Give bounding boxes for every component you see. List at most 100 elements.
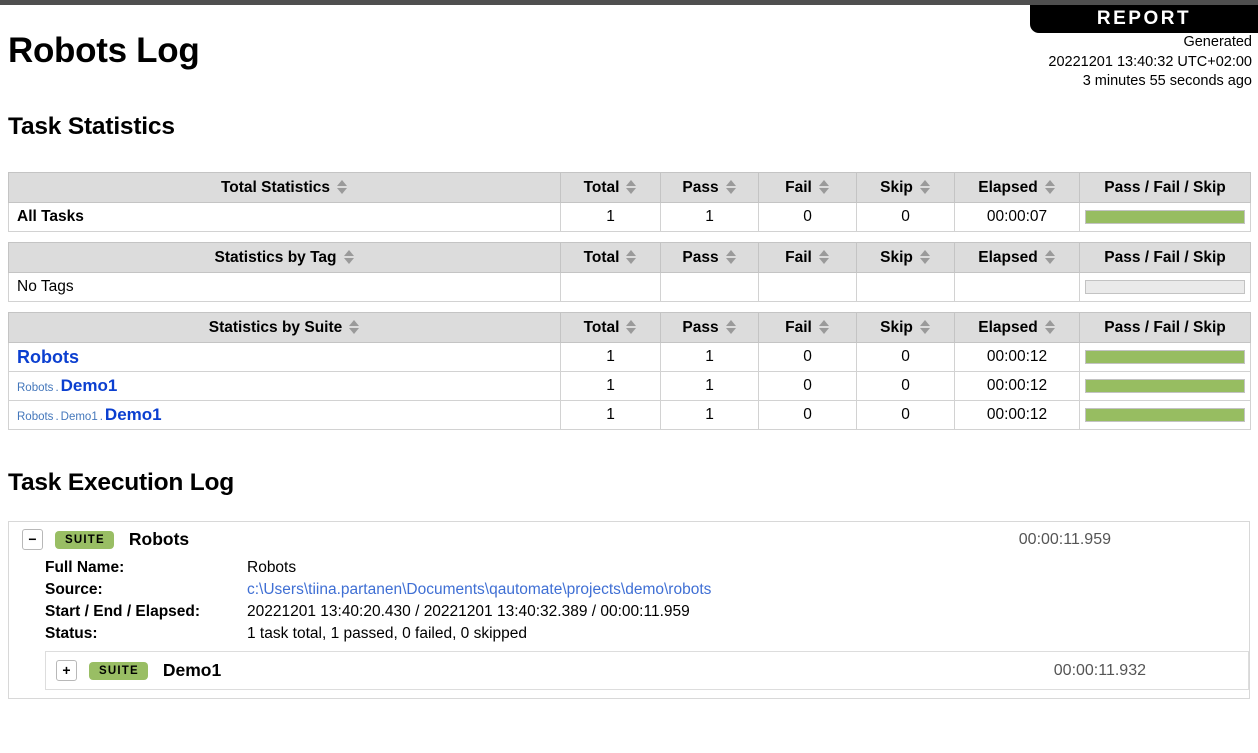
column-header-elapsed[interactable]: Elapsed xyxy=(954,172,1080,203)
suite-path-separator: . xyxy=(99,411,103,423)
column-header-label: Skip xyxy=(880,318,913,336)
column-header-statistics-by-suite[interactable]: Statistics by Suite xyxy=(8,312,561,343)
cell-skip: 0 xyxy=(856,400,955,430)
column-header-skip[interactable]: Skip xyxy=(856,312,955,343)
sort-arrows-icon[interactable] xyxy=(349,319,360,334)
column-header-label: Total xyxy=(583,318,620,336)
column-header-total-statistics[interactable]: Total Statistics xyxy=(8,172,561,203)
pass-fail-skip-bar xyxy=(1085,280,1245,294)
source-path-link[interactable]: c:\Users\tiina.partanen\Documents\qautom… xyxy=(247,581,711,598)
sort-arrows-icon[interactable] xyxy=(1044,319,1056,334)
sort-arrows-icon[interactable] xyxy=(337,179,348,194)
row-name-cell[interactable]: Robots. Demo1 xyxy=(8,371,561,401)
detail-value[interactable]: c:\Users\tiina.partanen\Documents\qautom… xyxy=(247,579,711,601)
nested-suite-block: + SUITE Demo1 00:00:11.932 xyxy=(45,651,1249,690)
collapse-icon[interactable]: − xyxy=(22,529,43,550)
cell-pass: 1 xyxy=(660,371,759,401)
suite-path-separator: . xyxy=(55,411,59,423)
sort-arrows-icon[interactable] xyxy=(725,249,737,264)
pass-bar-fill xyxy=(1086,351,1244,363)
cell-pass: 1 xyxy=(660,202,759,232)
suite-detail-row: Start / End / Elapsed: 20221201 13:40:20.… xyxy=(9,601,711,623)
cell-total: 1 xyxy=(560,342,661,372)
sort-arrows-icon[interactable] xyxy=(626,319,637,334)
suite-parent-name: Demo1 xyxy=(60,411,98,423)
sort-arrows-icon[interactable] xyxy=(919,179,931,194)
cell-pass: 1 xyxy=(660,342,759,372)
column-header-pass-fail-skip[interactable]: Pass / Fail / Skip xyxy=(1079,242,1251,273)
cell-elapsed: 00:00:12 xyxy=(954,342,1080,372)
suite-link[interactable]: Robots xyxy=(17,347,79,368)
column-header-skip[interactable]: Skip xyxy=(856,242,955,273)
pass-bar-fill xyxy=(1086,380,1244,392)
page-title: Robots Log xyxy=(8,31,200,70)
statistics-table-3: Statistics by Suite Total Pass Fail Skip Elap… xyxy=(8,312,1251,430)
suite-path-separator: . xyxy=(55,382,59,394)
report-banner: REPORT xyxy=(1030,5,1258,33)
column-header-label: Elapsed xyxy=(978,248,1038,266)
sort-arrows-icon[interactable] xyxy=(919,319,931,334)
sort-arrows-icon[interactable] xyxy=(818,249,830,264)
sort-arrows-icon[interactable] xyxy=(919,249,931,264)
column-header-pass[interactable]: Pass xyxy=(660,172,759,203)
cell-total: 1 xyxy=(560,202,661,232)
column-header-skip[interactable]: Skip xyxy=(856,172,955,203)
suite-elapsed: 00:00:11.932 xyxy=(1053,661,1146,679)
column-header-fail[interactable]: Fail xyxy=(758,242,857,273)
column-header-fail[interactable]: Fail xyxy=(758,312,857,343)
suite-details-table: Full Name: Robots Source: c:\Users\tiina.pa… xyxy=(9,557,711,645)
sort-arrows-icon[interactable] xyxy=(1044,179,1056,194)
generated-label: Generated xyxy=(1183,34,1252,50)
row-name-cell[interactable]: Robots. Demo1. Demo1 xyxy=(8,400,561,430)
generated-timestamp: 20221201 13:40:32 UTC+02:00 xyxy=(1048,53,1252,70)
sort-arrows-icon[interactable] xyxy=(818,179,830,194)
log-suite-row-demo1[interactable]: + SUITE Demo1 00:00:11.932 xyxy=(46,652,1248,689)
column-header-pass-fail-skip[interactable]: Pass / Fail / Skip xyxy=(1079,312,1251,343)
column-header-total[interactable]: Total xyxy=(560,312,661,343)
detail-label: Start / End / Elapsed: xyxy=(45,603,201,620)
suite-badge: SUITE xyxy=(89,661,148,680)
suite-link[interactable]: Robots. Demo1 xyxy=(17,376,117,396)
suite-name: Robots xyxy=(128,529,190,549)
column-header-label: Skip xyxy=(880,248,913,266)
column-header-pass[interactable]: Pass xyxy=(660,312,759,343)
pass-fail-skip-bar xyxy=(1085,210,1245,224)
column-header-label: Pass xyxy=(682,318,719,336)
execution-log-box: − SUITE Robots 00:00:11.959 Full Name: Ro… xyxy=(8,521,1250,699)
log-suite-row-root[interactable]: − SUITE Robots 00:00:11.959 xyxy=(9,522,1249,557)
column-header-elapsed[interactable]: Elapsed xyxy=(954,242,1080,273)
sort-arrows-icon[interactable] xyxy=(626,249,637,264)
sort-arrows-icon[interactable] xyxy=(725,319,737,334)
cell-pass xyxy=(660,272,759,302)
cell-skip xyxy=(856,272,955,302)
suite-badge: SUITE xyxy=(55,530,114,549)
column-header-total[interactable]: Total xyxy=(560,172,661,203)
row-name-cell: All Tasks xyxy=(8,202,561,232)
column-header-label: Total xyxy=(583,178,620,196)
column-header-pass-fail-skip[interactable]: Pass / Fail / Skip xyxy=(1079,172,1251,203)
row-name-cell: No Tags xyxy=(8,272,561,302)
sort-arrows-icon[interactable] xyxy=(626,179,637,194)
suite-parent-name: Robots xyxy=(17,411,54,423)
sort-arrows-icon[interactable] xyxy=(1044,249,1056,264)
table-row: Robots 1 1 0 0 00:00:12 xyxy=(8,342,1251,372)
sort-arrows-icon[interactable] xyxy=(725,179,737,194)
cell-elapsed: 00:00:12 xyxy=(954,371,1080,401)
cell-pass-fail-skip-bar xyxy=(1079,272,1251,302)
column-header-fail[interactable]: Fail xyxy=(758,172,857,203)
column-header-elapsed[interactable]: Elapsed xyxy=(954,312,1080,343)
sort-arrows-icon[interactable] xyxy=(343,249,355,264)
cell-total: 1 xyxy=(560,400,661,430)
detail-value: 1 task total, 1 passed, 0 failed, 0 skip… xyxy=(247,625,528,642)
column-header-label: Pass xyxy=(682,248,719,266)
suite-leaf-name: Demo1 xyxy=(60,376,118,395)
expand-icon[interactable]: + xyxy=(56,660,77,681)
suite-detail-row: Full Name: Robots xyxy=(9,557,711,579)
suite-link[interactable]: Robots. Demo1. Demo1 xyxy=(17,405,162,425)
statistics-tables: Total Statistics Total Pass Fail Skip Elapsed… xyxy=(0,172,1258,440)
row-name-cell[interactable]: Robots xyxy=(8,342,561,372)
column-header-total[interactable]: Total xyxy=(560,242,661,273)
sort-arrows-icon[interactable] xyxy=(818,319,830,334)
column-header-statistics-by-tag[interactable]: Statistics by Tag xyxy=(8,242,561,273)
column-header-pass[interactable]: Pass xyxy=(660,242,759,273)
